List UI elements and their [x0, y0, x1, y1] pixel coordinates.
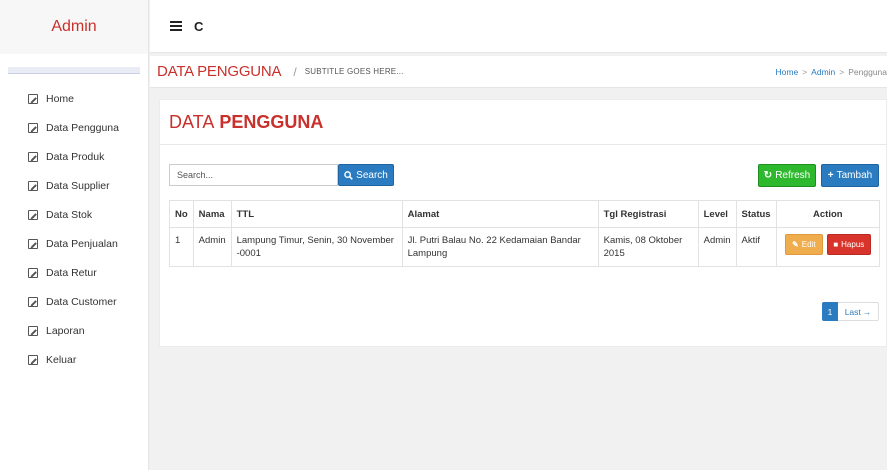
title-separator: /: [293, 64, 297, 79]
search-button-label: Search: [356, 169, 388, 181]
col-header-status: Status: [735, 200, 777, 228]
page-subtitle: SUBTITLE GOES HERE...: [304, 67, 404, 76]
sidebar-item-label: Data Penjualan: [46, 237, 118, 250]
sidebar-item-label: Data Supplier: [46, 179, 110, 192]
sidebar-item-label: Data Stok: [46, 208, 93, 221]
cell-nama: Admin: [192, 227, 232, 267]
col-header-tgl-registrasi: Tgl Registrasi: [597, 200, 699, 228]
edit-icon: [28, 238, 38, 249]
cell-alamat: Jl. Putri Balau No. 22 Kedamaian Bandar …: [401, 227, 599, 267]
sidebar-item-label: Data Pengguna: [46, 121, 119, 134]
sidebar-item-data-customer[interactable]: Data Customer: [0, 287, 148, 316]
add-button[interactable]: + Tambah: [821, 164, 879, 187]
col-header-action: Action: [775, 200, 881, 228]
col-header-ttl: TTL: [230, 200, 403, 228]
content-panel: DATAPENGGUNA Search ↻ Refresh + Tambah N…: [159, 99, 887, 347]
delete-button-label: Hapus: [841, 240, 865, 249]
breadcrumb-admin[interactable]: Admin: [811, 67, 835, 77]
cell-action: ✎ Edit ■ Hapus: [775, 227, 881, 267]
panel-title-bold: PENGGUNA: [219, 111, 324, 132]
edit-icon: [28, 209, 38, 220]
edit-icon: [28, 151, 38, 162]
page-last-button[interactable]: Last →: [838, 302, 879, 321]
edit-button[interactable]: ✎ Edit: [784, 234, 823, 255]
sidebar-item-data-produk[interactable]: Data Produk: [0, 142, 148, 171]
edit-icon: [28, 122, 38, 133]
page-header: DATA PENGGUNA / SUBTITLE GOES HERE... Ho…: [150, 56, 887, 88]
refresh-icon: ↻: [763, 170, 773, 181]
sidebar-item-data-pengguna[interactable]: Data Pengguna: [0, 113, 148, 142]
sidebar-item-home[interactable]: Home: [0, 84, 148, 113]
sidebar-item-laporan[interactable]: Laporan: [0, 316, 148, 345]
cell-ttl: Lampung Timur, Senin, 30 November -0001: [230, 227, 403, 267]
table-header-row: No Nama TTL Alamat Tgl Registrasi Level …: [169, 200, 881, 228]
panel-title: DATA PENGGUNA: [160, 100, 886, 145]
edit-icon: [28, 296, 38, 307]
page-button-current[interactable]: 1: [822, 302, 838, 321]
sidebar-item-data-penjualan[interactable]: Data Penjualan: [0, 229, 148, 258]
sidebar-item-label: Laporan: [46, 324, 85, 337]
sidebar-divider: [8, 67, 140, 74]
brand-logo[interactable]: Admin: [0, 0, 148, 54]
sidebar-item-label: Data Retur: [46, 266, 97, 279]
search-button[interactable]: Search: [338, 164, 394, 186]
trash-icon: ■: [833, 240, 839, 249]
sidebar-item-data-stok[interactable]: Data Stok: [0, 200, 148, 229]
search-icon: [344, 170, 354, 180]
table-row: 1 Admin Lampung Timur, Senin, 30 Novembe…: [169, 227, 881, 267]
sidebar: Admin Home Data Pengguna Data Produk Dat…: [0, 0, 149, 470]
sidebar-item-label: Home: [46, 92, 75, 105]
hamburger-icon[interactable]: [170, 21, 182, 31]
edit-icon: [28, 325, 38, 336]
edit-button-label: Edit: [801, 240, 816, 249]
edit-icon: [28, 180, 38, 191]
arrow-right-icon: →: [862, 306, 872, 317]
plus-icon: +: [827, 170, 834, 181]
cell-tgl-registrasi: Kamis, 08 Oktober 2015: [597, 227, 699, 267]
sidebar-item-label: Data Customer: [46, 295, 117, 308]
topbar: C: [150, 0, 887, 53]
sidebar-item-keluar[interactable]: Keluar: [0, 345, 148, 374]
sidebar-item-label: Keluar: [46, 353, 77, 366]
sidebar-item-data-retur[interactable]: Data Retur: [0, 258, 148, 287]
breadcrumb-home[interactable]: Home: [776, 67, 799, 77]
search-input[interactable]: [169, 164, 338, 186]
edit-icon: [28, 93, 38, 104]
users-table: No Nama TTL Alamat Tgl Registrasi Level …: [169, 200, 881, 267]
col-header-level: Level: [697, 200, 737, 228]
cell-status: Aktif: [735, 227, 777, 267]
cell-level: Admin: [697, 227, 737, 267]
breadcrumb-current: Pengguna: [848, 66, 887, 77]
reload-icon[interactable]: C: [194, 19, 203, 34]
add-button-label: Tambah: [836, 170, 873, 181]
page-last-label: Last: [844, 306, 861, 317]
sidebar-item-data-supplier[interactable]: Data Supplier: [0, 171, 148, 200]
panel-title-prefix: DATA: [169, 111, 215, 132]
sidebar-item-label: Data Produk: [46, 150, 105, 163]
breadcrumb-chevron: >: [839, 66, 845, 77]
edit-icon: ✎: [792, 240, 799, 249]
edit-icon: [28, 267, 38, 278]
refresh-button-label: Refresh: [775, 170, 811, 181]
edit-icon: [28, 354, 38, 365]
pagination: 1 Last →: [822, 302, 879, 321]
breadcrumb-chevron: >: [802, 66, 808, 77]
col-header-no: No: [169, 200, 194, 228]
breadcrumb: Home > Admin > Pengguna: [776, 67, 887, 77]
search-form: Search: [169, 164, 394, 186]
refresh-button[interactable]: ↻ Refresh: [758, 164, 816, 187]
cell-no: 1: [169, 227, 194, 267]
col-header-alamat: Alamat: [401, 200, 599, 228]
sidebar-menu: Home Data Pengguna Data Produk Data Supp…: [0, 84, 148, 374]
delete-button[interactable]: ■ Hapus: [826, 234, 871, 255]
page-title: DATA PENGGUNA: [157, 63, 282, 80]
col-header-nama: Nama: [192, 200, 232, 228]
